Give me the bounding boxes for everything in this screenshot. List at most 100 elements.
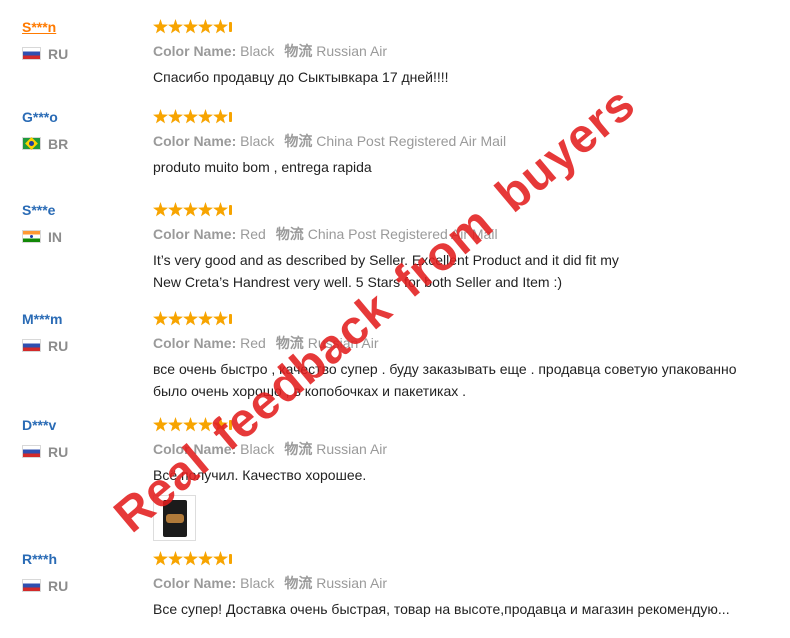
russia-flag-icon (22, 579, 41, 592)
star-icon (168, 202, 183, 217)
order-info: Color Name: Red 物流 Russian Air (153, 333, 379, 353)
star-tail (229, 205, 232, 215)
logistics-value: China Post Registered Air Mail (307, 226, 498, 242)
brazil-flag-icon (22, 137, 41, 150)
star-tail (229, 22, 232, 32)
review-text: It’s very good and as described by Selle… (153, 249, 783, 293)
star-icon (198, 551, 213, 566)
buyer-country: IN (22, 229, 62, 245)
star-icon (213, 202, 228, 217)
star-icon (198, 417, 213, 432)
review-text: Все супер! Доставка очень быстрая, товар… (153, 601, 730, 617)
russia-flag-icon (22, 445, 41, 458)
star-icon (153, 19, 168, 34)
logistics-value: Russian Air (316, 575, 388, 591)
product-photo-image (163, 500, 187, 537)
star-icon (213, 109, 228, 124)
logistics-label: 物流 (275, 335, 304, 351)
color-value: Red (240, 226, 266, 242)
logistics-label: 物流 (284, 43, 313, 59)
star-icon (168, 109, 183, 124)
star-tail (229, 314, 232, 324)
russia-flag-icon (22, 47, 41, 60)
color-value: Red (240, 335, 266, 351)
buyer-country: RU (22, 578, 68, 594)
star-icon (153, 109, 168, 124)
color-value: Black (240, 441, 275, 457)
order-info: Color Name: Black 物流 Russian Air (153, 573, 387, 593)
star-icon (153, 202, 168, 217)
buyer-name-link[interactable]: M***m (22, 311, 62, 327)
color-label: Color Name: (153, 43, 237, 59)
logistics-value: China Post Registered Air Mail (316, 133, 507, 149)
star-tail (229, 420, 232, 430)
country-code: BR (48, 136, 69, 152)
star-icon (183, 19, 198, 34)
logistics-value: Russian Air (316, 43, 388, 59)
star-icon (198, 19, 213, 34)
color-label: Color Name: (153, 575, 237, 591)
logistics-value: Russian Air (307, 335, 379, 351)
star-icon (198, 311, 213, 326)
star-icon (168, 311, 183, 326)
star-tail (229, 554, 232, 564)
order-info: Color Name: Black 物流 Russian Air (153, 439, 387, 459)
buyer-country: BR (22, 136, 68, 152)
order-info: Color Name: Red 物流 China Post Registered … (153, 224, 498, 244)
review-photo-thumbnail[interactable] (153, 495, 196, 541)
logistics-value: Russian Air (316, 441, 388, 457)
buyer-name-link[interactable]: R***h (22, 551, 57, 567)
order-info: Color Name: Black 物流 Russian Air (153, 41, 387, 61)
logistics-label: 物流 (275, 226, 304, 242)
star-icon (183, 551, 198, 566)
color-value: Black (240, 43, 275, 59)
color-label: Color Name: (153, 335, 237, 351)
logistics-label: 物流 (284, 575, 313, 591)
country-code: RU (48, 46, 69, 62)
star-icon (183, 202, 198, 217)
logistics-label: 物流 (284, 133, 313, 149)
country-code: IN (48, 229, 62, 245)
review-text: Всё получил. Качество хорошее. (153, 467, 367, 483)
buyer-country: RU (22, 46, 68, 62)
buyer-name-link[interactable]: D***v (22, 417, 56, 433)
star-icon (168, 417, 183, 432)
star-icon (168, 19, 183, 34)
star-icon (213, 417, 228, 432)
review-text-line: New Creta’s Handrest very well. 5 Stars … (153, 274, 563, 290)
review-text-line: было очень хорошо , в копобочках и пакет… (153, 383, 467, 399)
color-label: Color Name: (153, 226, 237, 242)
country-code: RU (48, 444, 69, 460)
buyer-name-link[interactable]: S***e (22, 202, 55, 218)
color-label: Color Name: (153, 133, 237, 149)
star-tail (229, 112, 232, 122)
logistics-label: 物流 (284, 441, 313, 457)
review-text-line: It’s very good and as described by Selle… (153, 252, 619, 268)
star-icon (168, 551, 183, 566)
star-icon (153, 551, 168, 566)
review-text: Спасибо продавцу до Сыктывкара 17 дней!!… (153, 69, 449, 85)
star-icon (183, 311, 198, 326)
star-icon (198, 109, 213, 124)
color-label: Color Name: (153, 441, 237, 457)
review-text: все очень быстро , качество супер . буду… (153, 358, 788, 402)
star-icon (213, 311, 228, 326)
order-info: Color Name: Black 物流 China Post Registere… (153, 131, 506, 151)
country-code: RU (48, 338, 69, 354)
star-icon (213, 19, 228, 34)
buyer-country: RU (22, 338, 68, 354)
star-icon (183, 417, 198, 432)
buyer-name-link[interactable]: S***n (22, 19, 56, 35)
color-value: Black (240, 133, 275, 149)
star-icon (198, 202, 213, 217)
country-code: RU (48, 578, 69, 594)
star-icon (153, 417, 168, 432)
star-icon (153, 311, 168, 326)
review-text: produto muito bom , entrega rapida (153, 159, 372, 175)
review-text-line: все очень быстро , качество супер . буду… (153, 361, 737, 377)
star-icon (213, 551, 228, 566)
buyer-country: RU (22, 444, 68, 460)
buyer-name-link[interactable]: G***o (22, 109, 58, 125)
star-icon (183, 109, 198, 124)
india-flag-icon (22, 230, 41, 243)
